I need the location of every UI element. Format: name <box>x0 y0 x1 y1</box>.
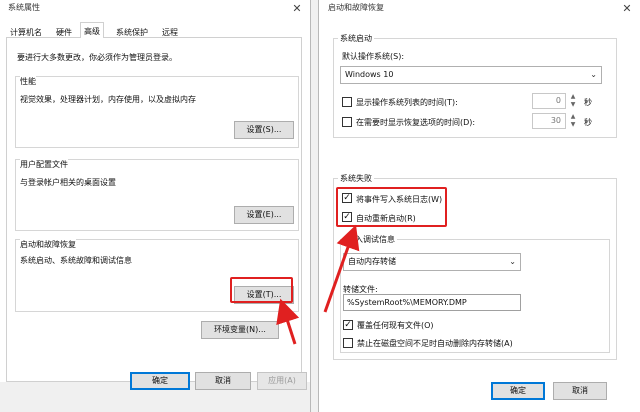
disable-auto-delete-checkbox[interactable] <box>343 338 353 348</box>
default-os-value: Windows 10 <box>345 70 394 79</box>
overwrite-checkbox[interactable]: ✓ <box>343 320 353 330</box>
show-recovery-label: 在需要时显示恢复选项的时间(D): <box>356 118 476 127</box>
admin-note: 要进行大多数更改，你必须作为管理员登录。 <box>17 53 177 62</box>
show-os-list-label: 显示操作系统列表的时间(T): <box>356 98 458 107</box>
titlebar-right: 启动和故障恢复 ✕ <box>319 0 640 18</box>
user-profile-heading: 用户配置文件 <box>20 159 68 170</box>
startup-recovery-heading: 启动和故障恢复 <box>20 239 76 250</box>
system-failure-heading: 系统失败 <box>338 173 374 184</box>
chevron-down-icon: ⌄ <box>509 257 516 266</box>
show-recovery-checkbox[interactable] <box>342 117 352 127</box>
tab-computer-name[interactable]: 计算机名 <box>6 25 46 38</box>
show-recovery-spinner[interactable]: 30 <box>532 113 566 129</box>
performance-desc: 视觉效果，处理器计划，内存使用，以及虚拟内存 <box>20 95 196 104</box>
dump-file-input[interactable]: %SystemRoot%\MEMORY.DMP <box>343 294 521 311</box>
failure-options-highlight <box>336 187 447 227</box>
performance-settings-button[interactable]: 设置(S)... <box>234 121 294 139</box>
system-startup-group: 系统启动 默认操作系统(S): Windows 10 ⌄ 显示操作系统列表的时间… <box>333 33 617 138</box>
performance-heading: 性能 <box>20 76 36 87</box>
disable-auto-delete-label: 禁止在磁盘空间不足时自动删除内存转储(A) <box>357 339 513 348</box>
tab-content-advanced: 要进行大多数更改，你必须作为管理员登录。 性能 视觉效果，处理器计划，内存使用，… <box>6 38 302 382</box>
cancel-button-right[interactable]: 取消 <box>553 382 607 400</box>
debug-info-select[interactable]: 自动内存转储 ⌄ <box>343 253 521 271</box>
overwrite-label: 覆盖任何现有文件(O) <box>357 321 434 330</box>
tab-hardware[interactable]: 硬件 <box>52 25 76 38</box>
tab-advanced[interactable]: 高级 <box>80 22 104 39</box>
apply-button[interactable]: 应用(A) <box>257 372 307 390</box>
window-title: 系统属性 <box>8 3 40 12</box>
write-debug-heading: 写入调试信息 <box>345 234 397 245</box>
default-os-select[interactable]: Windows 10 ⌄ <box>340 66 602 84</box>
startup-recovery-desc: 系统启动、系统故障和调试信息 <box>20 256 132 265</box>
cancel-button[interactable]: 取消 <box>195 372 251 390</box>
user-profile-group: 用户配置文件 与登录帐户相关的桌面设置 设置(E)... <box>15 159 299 231</box>
startup-recovery-window: 启动和故障恢复 ✕ 系统启动 默认操作系统(S): Windows 10 ⌄ 显… <box>318 0 640 412</box>
spinner-arrows-icon[interactable]: ▲ ▼ <box>568 93 578 109</box>
show-os-list-checkbox[interactable] <box>342 97 352 107</box>
show-recovery-unit: 秒 <box>584 118 592 127</box>
show-os-list-unit: 秒 <box>584 98 592 107</box>
startup-settings-highlight <box>230 277 293 303</box>
write-debug-group: 写入调试信息 自动内存转储 ⌄ 转储文件: %SystemRoot%\MEMOR… <box>340 234 610 353</box>
show-os-list-spinner[interactable]: 0 <box>532 93 566 109</box>
tab-bar: 计算机名 硬件 高级 系统保护 远程 <box>6 22 302 39</box>
close-icon[interactable]: ✕ <box>284 0 310 18</box>
system-properties-window: 系统属性 ✕ 计算机名 硬件 高级 系统保护 远程 要进行大多数更改，你必须作为… <box>0 0 311 412</box>
tab-remote[interactable]: 远程 <box>158 25 182 38</box>
user-profile-desc: 与登录帐户相关的桌面设置 <box>20 178 116 187</box>
close-icon[interactable]: ✕ <box>614 0 640 18</box>
debug-info-value: 自动内存转储 <box>348 257 396 266</box>
chevron-down-icon: ⌄ <box>590 70 597 79</box>
ok-button-right[interactable]: 确定 <box>491 382 545 400</box>
ok-button[interactable]: 确定 <box>130 372 190 390</box>
spinner-arrows-icon[interactable]: ▲ ▼ <box>568 113 578 129</box>
default-os-label: 默认操作系统(S): <box>342 52 405 61</box>
window-title-right: 启动和故障恢复 <box>328 3 384 12</box>
tab-system-protection[interactable]: 系统保护 <box>112 25 152 38</box>
titlebar: 系统属性 ✕ <box>0 0 310 18</box>
environment-variables-button[interactable]: 环境变量(N)... <box>201 321 279 339</box>
performance-group: 性能 视觉效果，处理器计划，内存使用，以及虚拟内存 设置(S)... <box>15 76 299 148</box>
user-profile-settings-button[interactable]: 设置(E)... <box>234 206 294 224</box>
system-startup-heading: 系统启动 <box>338 33 374 44</box>
